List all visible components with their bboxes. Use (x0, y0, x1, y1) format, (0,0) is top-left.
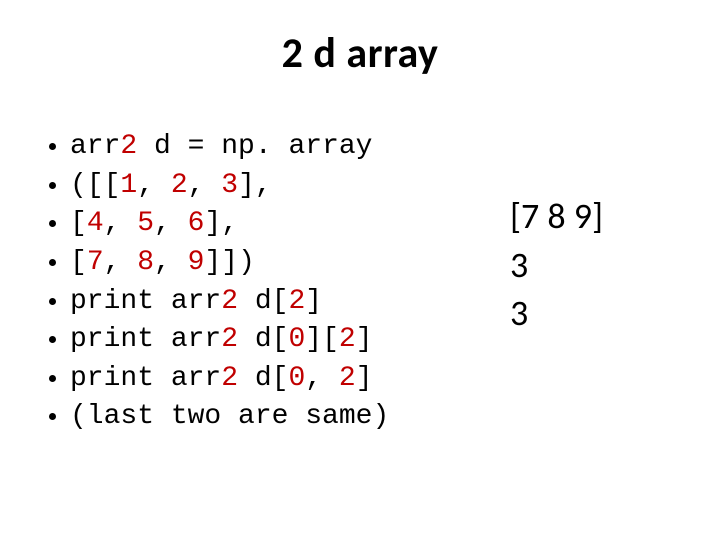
code-token: print arr (70, 286, 221, 317)
code-token: arr (70, 131, 120, 162)
code-token: ([[ (70, 170, 120, 201)
code-token: ], (204, 208, 238, 239)
code-token: d = np. array (137, 131, 372, 162)
code-token: , (137, 170, 171, 201)
code-token: d[ (238, 363, 288, 394)
code-token: , (104, 247, 138, 278)
code-token: ] (356, 363, 373, 394)
code-token: , (154, 247, 188, 278)
code-token: 9 (188, 247, 205, 278)
code-token: ], (238, 170, 272, 201)
code-token: print arr (70, 363, 221, 394)
code-token: print arr (70, 324, 221, 355)
code-line: print arr2 d[0][2] (70, 321, 500, 360)
code-token: d[ (238, 286, 288, 317)
code-token: 1 (120, 170, 137, 201)
code-token: , (188, 170, 222, 201)
code-token: ] (356, 324, 373, 355)
code-token: , (104, 208, 138, 239)
code-token: 2 (221, 363, 238, 394)
slide: 2 d array arr2 d = np. array ([[1, 2, 3]… (0, 0, 720, 540)
code-token: ]]) (204, 247, 254, 278)
code-line: print arr2 d[2] (70, 283, 500, 322)
code-token: 2 (171, 170, 188, 201)
code-token: , (154, 208, 188, 239)
slide-title: 2 d array (0, 28, 720, 79)
code-token: 2 (339, 324, 356, 355)
code-token: 6 (188, 208, 205, 239)
output-line: [7 8 9] (510, 192, 603, 241)
code-token: 0 (288, 324, 305, 355)
code-line: (last two are same) (70, 398, 500, 437)
code-line: [4, 5, 6], (70, 205, 500, 244)
output-block: [7 8 9] 3 3 (510, 192, 603, 338)
code-token: 2 (221, 324, 238, 355)
code-token: 2 (120, 131, 137, 162)
code-token: [ (70, 208, 87, 239)
code-token: 2 (339, 363, 356, 394)
code-token: 8 (137, 247, 154, 278)
code-token: ][ (305, 324, 339, 355)
code-line: arr2 d = np. array (70, 128, 500, 167)
code-token: 0 (288, 363, 305, 394)
output-line: 3 (510, 241, 603, 290)
code-line: ([[1, 2, 3], (70, 167, 500, 206)
code-block: arr2 d = np. array ([[1, 2, 3], [4, 5, 6… (42, 128, 500, 437)
code-token: 3 (221, 170, 238, 201)
code-token: 7 (87, 247, 104, 278)
code-token: 5 (137, 208, 154, 239)
code-line: [7, 8, 9]]) (70, 244, 500, 283)
code-token: [ (70, 247, 87, 278)
code-token: d[ (238, 324, 288, 355)
code-line: print arr2 d[0, 2] (70, 360, 500, 399)
code-token: , (305, 363, 339, 394)
code-token: (last two are same) (70, 401, 389, 432)
output-line: 3 (510, 289, 603, 338)
code-token: 4 (87, 208, 104, 239)
code-token: 2 (288, 286, 305, 317)
code-token: 2 (221, 286, 238, 317)
code-token: ] (305, 286, 322, 317)
